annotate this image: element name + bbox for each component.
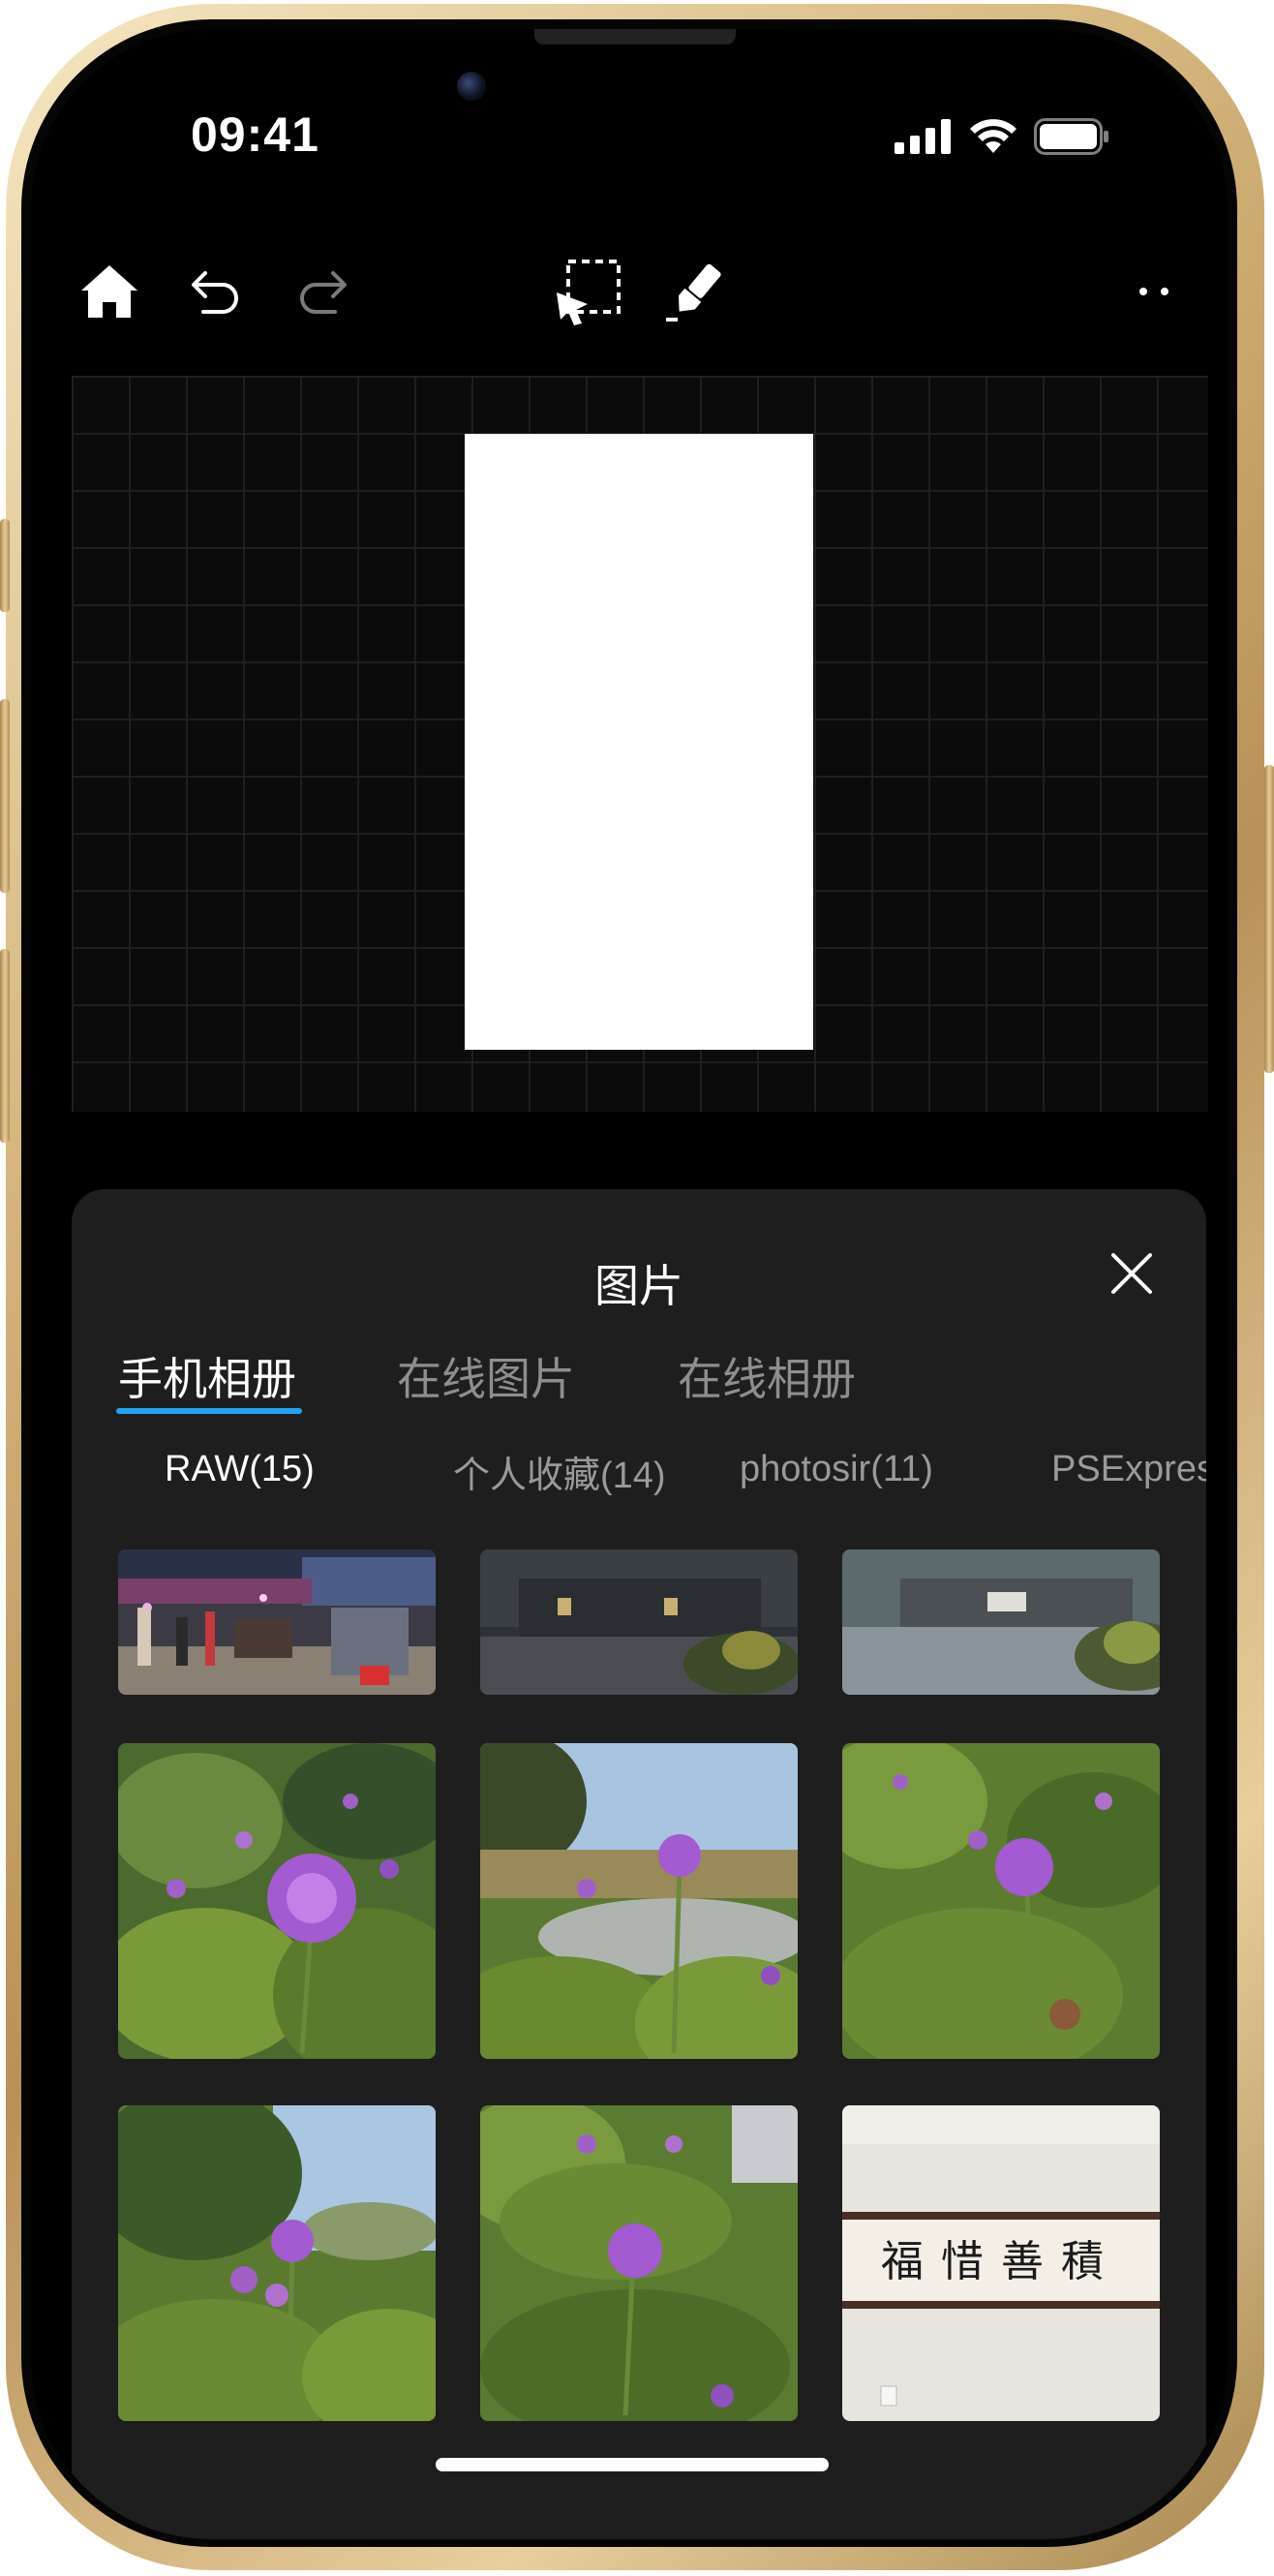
purple-flower-photo [842, 1743, 1160, 2059]
redo-button[interactable] [279, 248, 366, 335]
purple-flower-sky-photo [480, 1743, 798, 2059]
purple-flower-photo [480, 2105, 798, 2421]
building-plaza-photo [842, 1549, 1160, 1695]
photo-thumbnail[interactable]: 福惜善積 [842, 2105, 1160, 2421]
album-photosir[interactable]: photosir(11) [740, 1449, 933, 1490]
calligraphy-photo: 福惜善積 [842, 2105, 1160, 2421]
photo-thumbnail[interactable] [842, 1743, 1160, 2059]
status-time: 09:41 [191, 107, 319, 162]
undo-icon [192, 271, 238, 314]
purple-flower-sky-photo [118, 2105, 436, 2421]
artboard[interactable] [465, 434, 813, 1050]
photo-thumbnail[interactable] [842, 1549, 1160, 1695]
mute-switch [0, 519, 10, 612]
redo-icon [300, 271, 347, 314]
photo-thumbnail[interactable] [480, 1549, 798, 1695]
brush-tool-button[interactable] [652, 248, 740, 335]
more-icon [1139, 288, 1168, 295]
photo-thumbnail[interactable] [118, 1549, 436, 1695]
sheet-title: 图片 [594, 1260, 683, 1312]
photo-grid: 福惜善積 [72, 1549, 1206, 2539]
album-psexpress[interactable]: PSExpress [1051, 1449, 1206, 1490]
undo-button[interactable] [172, 248, 259, 335]
image-picker-sheet: 图片 手机相册 在线图片 在线相册 RAW(15) 个人收藏(14) photo… [72, 1189, 1206, 2539]
album-raw[interactable]: RAW(15) [165, 1449, 315, 1490]
brush-icon [666, 263, 721, 322]
night-market-photo [118, 1549, 436, 1695]
volume-down-button [0, 949, 10, 1143]
home-icon [81, 265, 137, 318]
cellular-signal-icon [895, 119, 951, 154]
home-indicator[interactable] [436, 2458, 829, 2471]
calligraphy-text: 福惜善積 [881, 2237, 1121, 2286]
more-options-button[interactable] [1111, 248, 1198, 335]
active-tab-indicator [116, 1408, 302, 1414]
tab-online-images[interactable]: 在线图片 [397, 1344, 575, 1408]
photo-thumbnail[interactable] [118, 1743, 436, 2059]
volume-up-button [0, 699, 10, 893]
battery-icon [1034, 118, 1108, 155]
front-camera [457, 72, 486, 101]
tab-phone-album[interactable]: 手机相册 [118, 1344, 296, 1408]
close-button[interactable] [1106, 1247, 1158, 1300]
photo-thumbnail[interactable] [480, 1743, 798, 2059]
earpiece-speaker [534, 29, 736, 45]
photo-thumbnail[interactable] [480, 2105, 798, 2421]
selection-tool-button[interactable] [546, 248, 633, 335]
dark-building-photo [480, 1549, 798, 1695]
photo-thumbnail[interactable] [118, 2105, 436, 2421]
status-icons [895, 118, 1111, 155]
tab-online-albums[interactable]: 在线相册 [678, 1344, 856, 1408]
album-filter-bar: RAW(15) 个人收藏(14) photosir(11) PSExpress [72, 1431, 1206, 1509]
purple-flower-photo [118, 1743, 436, 2059]
album-favorites[interactable]: 个人收藏(14) [453, 1445, 666, 1498]
selection-icon [557, 260, 621, 325]
power-button [1264, 765, 1274, 1073]
home-button[interactable] [66, 248, 153, 335]
close-icon [1111, 1253, 1152, 1294]
screen: 09:41 图片 手机相册 在线图片 在线相册 RAW(15) 个人收藏(14)… [31, 29, 1228, 2539]
wifi-icon [970, 119, 1016, 153]
